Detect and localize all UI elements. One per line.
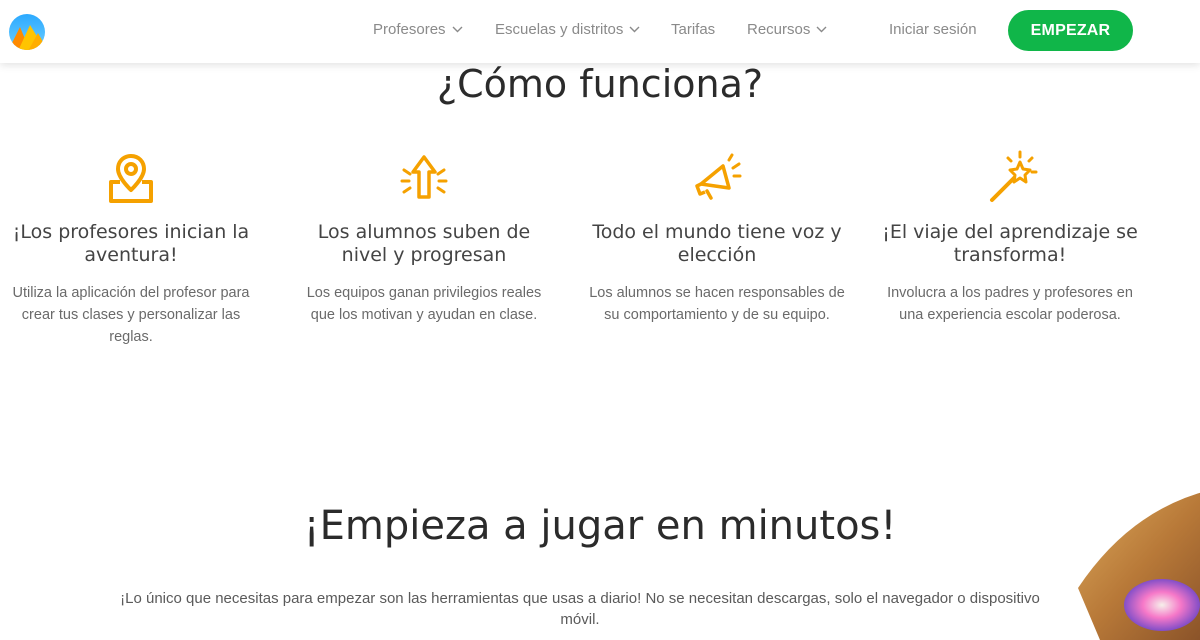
nav-pricing[interactable]: Tarifas <box>671 21 715 38</box>
feature-text: Involucra a los padres y profesores en u… <box>887 285 1133 323</box>
feature-title: Los alumnos suben de nivel y progresan <box>317 221 531 266</box>
arrow-up-icon <box>400 155 448 199</box>
how-it-works-title: ¿Cómo funciona? <box>436 62 764 106</box>
site-header: Profesores Escuelas y distritos Tarifas … <box>0 0 1200 63</box>
mountain-logo-icon[interactable] <box>8 13 46 51</box>
login-label: Iniciar sesión <box>889 21 977 38</box>
feature-title: ¡Los profesores inician la aventura! <box>12 221 250 266</box>
chevron-down-icon <box>452 26 463 33</box>
start-text: ¡Lo único que necesitas para empezar son… <box>120 590 1040 628</box>
magic-wand-icon <box>990 150 1038 202</box>
feature-text: Los alumnos se hacen responsables de su … <box>589 285 845 323</box>
feature-text: Utiliza la aplicación del profesor para … <box>12 285 250 345</box>
nav-label: Profesores <box>373 21 446 38</box>
decorative-gem-icon <box>1078 492 1200 640</box>
feature-transform: ¡El viaje del aprendizaje se transforma!… <box>880 148 1140 326</box>
nav-schools[interactable]: Escuelas y distritos <box>495 21 640 38</box>
nav-label: Recursos <box>747 21 811 38</box>
start-title: ¡Empieza a jugar en minutos! <box>303 503 897 549</box>
feature-voice: Todo el mundo tiene voz y elección Los a… <box>587 148 847 326</box>
nav-resources[interactable]: Recursos <box>747 21 827 38</box>
feature-teachers: ¡Los profesores inician la aventura! Uti… <box>1 148 261 348</box>
chevron-down-icon <box>816 26 827 33</box>
feature-text: Los equipos ganan privilegios reales que… <box>306 285 542 323</box>
login-link[interactable]: Iniciar sesión <box>889 21 977 38</box>
chevron-down-icon <box>629 26 640 33</box>
feature-level-up: Los alumnos suben de nivel y progresan L… <box>294 148 554 326</box>
feature-title: ¡El viaje del aprendizaje se transforma! <box>882 221 1138 266</box>
map-pin-icon <box>109 154 153 203</box>
nav-teachers[interactable]: Profesores <box>373 21 463 38</box>
megaphone-icon <box>695 153 742 200</box>
feature-title: Todo el mundo tiene voz y elección <box>592 221 842 266</box>
nav-label: Tarifas <box>671 21 716 38</box>
nav-label: Escuelas y distritos <box>495 21 624 38</box>
start-button[interactable]: EMPEZAR <box>1008 10 1133 51</box>
